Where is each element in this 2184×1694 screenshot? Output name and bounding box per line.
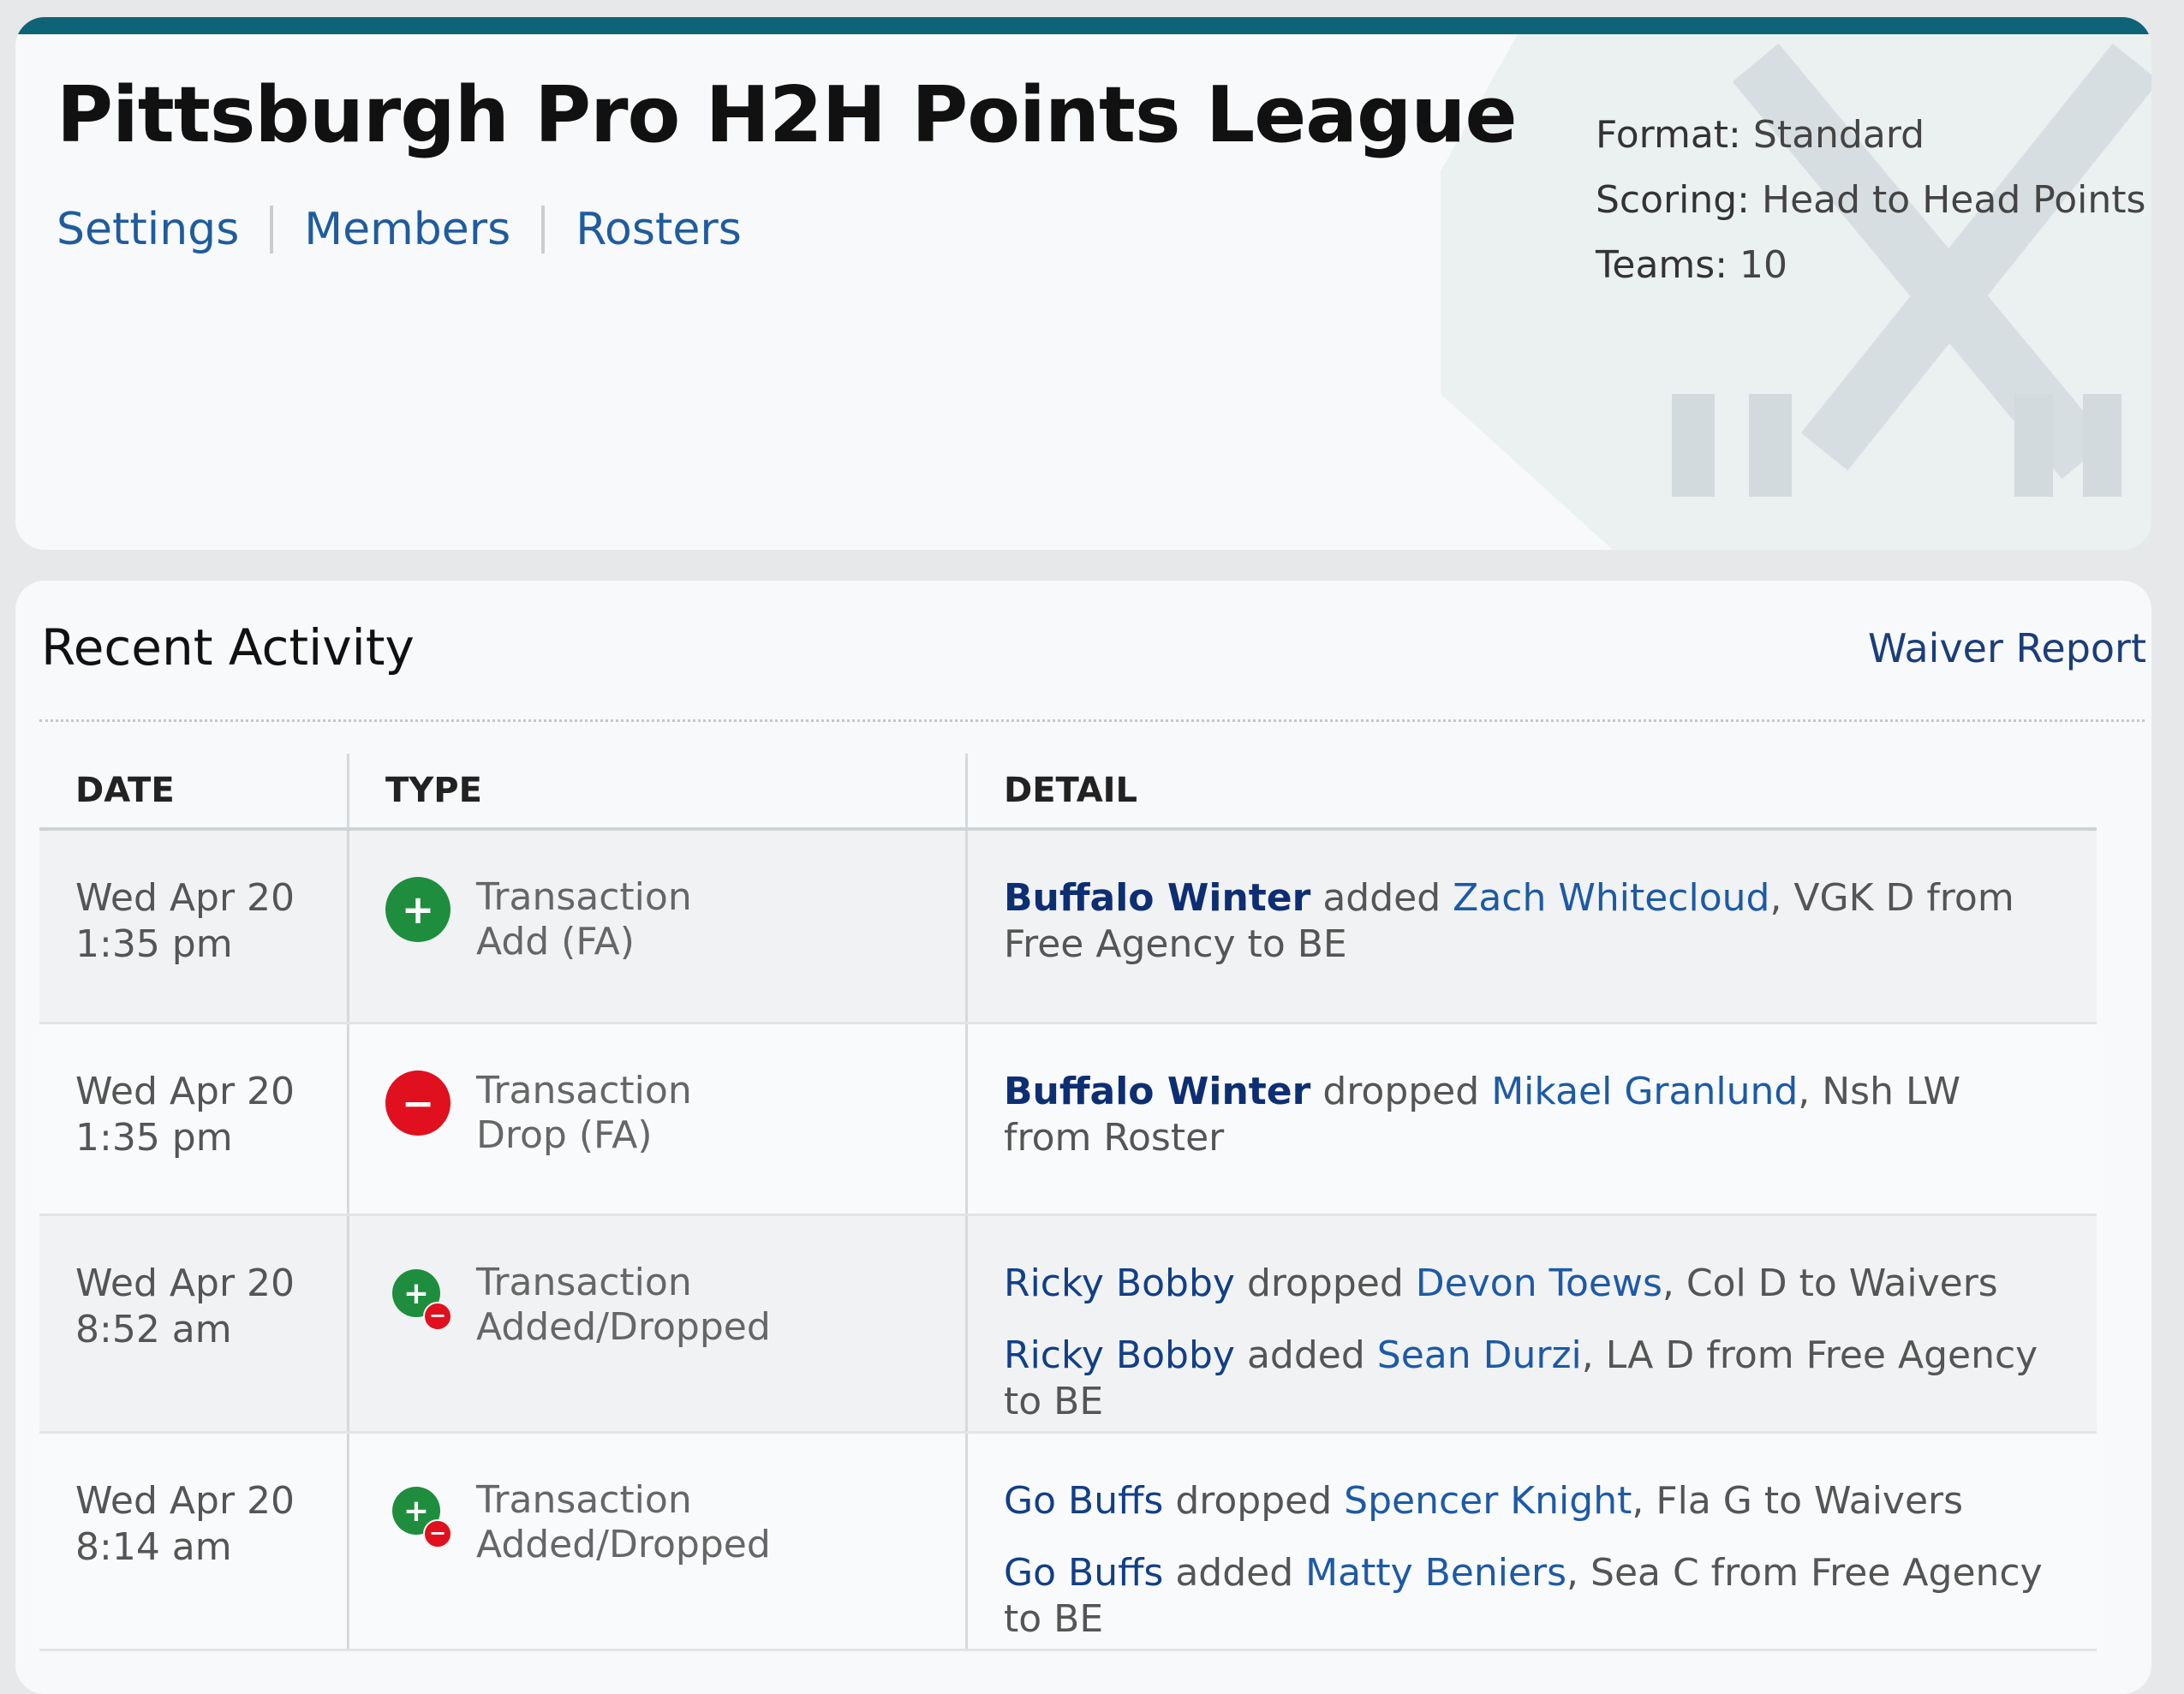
subtype-label: Added/Dropped (476, 1305, 771, 1349)
teams-row: Teams: 10 (1596, 233, 2145, 298)
table-row: Wed Apr 20 8:14 am + − Transaction Added… (39, 1434, 2097, 1651)
nav-divider (270, 206, 274, 254)
scoring-label: Scoring: (1596, 178, 1750, 222)
type-cell: + Transaction Add (FA) (349, 831, 968, 1022)
action-text: added (1246, 1333, 1365, 1377)
nav-rosters-link[interactable]: Rosters (576, 204, 742, 255)
table-row: Wed Apr 20 1:35 pm − Transaction Drop (F… (39, 1024, 2097, 1216)
table-row: Wed Apr 20 8:52 am + − Transaction Added… (39, 1216, 2097, 1434)
player-link[interactable]: Zach Whitecloud (1453, 876, 1769, 920)
league-title: Pittsburgh Pro H2H Points League (57, 70, 1518, 160)
row-date: Wed Apr 20 (75, 876, 295, 920)
player-link[interactable]: Sean Durzi (1377, 1333, 1582, 1377)
player-link[interactable]: Matty Beniers (1305, 1551, 1566, 1595)
type-label: Transaction (476, 1478, 692, 1522)
scoring-row: Scoring: Head to Head Points (1596, 168, 2145, 233)
player-link[interactable]: Devon Toews (1416, 1262, 1662, 1305)
league-meta: Format: Standard Scoring: Head to Head P… (1596, 103, 2145, 298)
player-link[interactable]: Spencer Knight (1344, 1479, 1632, 1523)
nav-settings-link[interactable]: Settings (57, 204, 239, 255)
waiver-report-link[interactable]: Waiver Report (1868, 625, 2146, 671)
format-value: Standard (1752, 113, 1925, 157)
type-cell: + − Transaction Added/Dropped (349, 1434, 968, 1649)
detail-cell: Ricky Bobby dropped Devon Toews, Col D t… (968, 1216, 2097, 1431)
row-date: Wed Apr 20 (75, 1262, 295, 1305)
type-label: Transaction (476, 875, 692, 919)
nav-members-link[interactable]: Members (304, 204, 510, 255)
league-header-card: Pittsburgh Pro H2H Points League Setting… (15, 17, 2151, 550)
team-link[interactable]: Buffalo Winter (1004, 1070, 1310, 1113)
date-cell: Wed Apr 20 8:14 am (39, 1434, 349, 1649)
type-label: Transaction (476, 1069, 692, 1112)
detail-line: Ricky Bobby added Sean Durzi, LA D from … (1004, 1333, 2045, 1425)
minus-circle-icon: − (385, 1071, 451, 1136)
action-text: added (1322, 876, 1441, 920)
team-link[interactable]: Ricky Bobby (1004, 1262, 1235, 1305)
detail-rest: , Fla G to Waivers (1632, 1479, 1964, 1523)
team-link[interactable]: Go Buffs (1004, 1479, 1163, 1523)
player-link[interactable]: Mikael Granlund (1491, 1070, 1798, 1113)
format-label: Format: (1596, 113, 1741, 157)
row-time: 1:35 pm (75, 1116, 233, 1160)
scoring-value: Head to Head Points (1762, 178, 2146, 222)
type-label: Transaction (476, 1261, 692, 1304)
row-time: 8:52 am (75, 1308, 232, 1351)
teams-label: Teams: (1596, 243, 1728, 287)
detail-cell: Buffalo Winter dropped Mikael Granlund, … (968, 1024, 2097, 1214)
row-date: Wed Apr 20 (75, 1070, 295, 1113)
team-link[interactable]: Ricky Bobby (1004, 1333, 1235, 1377)
format-row: Format: Standard (1596, 103, 2145, 168)
detail-line: Buffalo Winter dropped Mikael Granlund, … (1004, 1069, 2045, 1161)
detail-line: Go Buffs added Matty Beniers, Sea C from… (1004, 1550, 2045, 1643)
section-title: Recent Activity (41, 618, 415, 677)
type-cell: + − Transaction Added/Dropped (349, 1216, 968, 1431)
column-header-date[interactable]: DATE (39, 754, 349, 827)
detail-rest: , Col D to Waivers (1662, 1262, 1998, 1305)
action-text: added (1175, 1551, 1294, 1595)
column-header-type[interactable]: TYPE (349, 754, 968, 827)
table-header: DATE TYPE DETAIL (39, 754, 2097, 831)
table-row: Wed Apr 20 1:35 pm + Transaction Add (FA… (39, 831, 2097, 1024)
action-text: dropped (1175, 1479, 1333, 1523)
detail-cell: Buffalo Winter added Zach Whitecloud, VG… (968, 831, 2097, 1022)
teams-value: 10 (1739, 243, 1788, 287)
league-nav: Settings Members Rosters (57, 204, 742, 255)
action-text: dropped (1246, 1262, 1404, 1305)
plus-circle-icon: + (385, 877, 451, 942)
row-time: 8:14 am (75, 1525, 232, 1569)
team-link[interactable]: Go Buffs (1004, 1551, 1163, 1595)
detail-line: Go Buffs dropped Spencer Knight, Fla G t… (1004, 1478, 2045, 1524)
detail-line: Ricky Bobby dropped Devon Toews, Col D t… (1004, 1261, 2045, 1307)
activity-table: DATE TYPE DETAIL Wed Apr 20 1:35 pm + Tr… (39, 754, 2097, 1651)
subtype-label: Added/Dropped (476, 1523, 771, 1566)
subtype-label: Add (FA) (476, 920, 635, 963)
header-accent-bar (15, 17, 2151, 34)
row-time: 1:35 pm (75, 922, 233, 966)
date-cell: Wed Apr 20 1:35 pm (39, 1024, 349, 1214)
nav-divider (541, 206, 546, 254)
type-cell: − Transaction Drop (FA) (349, 1024, 968, 1214)
section-divider (39, 719, 2145, 722)
detail-cell: Go Buffs dropped Spencer Knight, Fla G t… (968, 1434, 2097, 1649)
date-cell: Wed Apr 20 8:52 am (39, 1216, 349, 1431)
team-link[interactable]: Buffalo Winter (1004, 876, 1310, 920)
plus-minus-circle-icon: + − (385, 1480, 452, 1548)
subtype-label: Drop (FA) (476, 1113, 653, 1157)
detail-line: Buffalo Winter added Zach Whitecloud, VG… (1004, 875, 2045, 968)
column-header-detail[interactable]: DETAIL (968, 754, 2097, 827)
date-cell: Wed Apr 20 1:35 pm (39, 831, 349, 1022)
plus-minus-circle-icon: + − (385, 1262, 452, 1331)
row-date: Wed Apr 20 (75, 1479, 295, 1523)
action-text: dropped (1322, 1070, 1480, 1113)
